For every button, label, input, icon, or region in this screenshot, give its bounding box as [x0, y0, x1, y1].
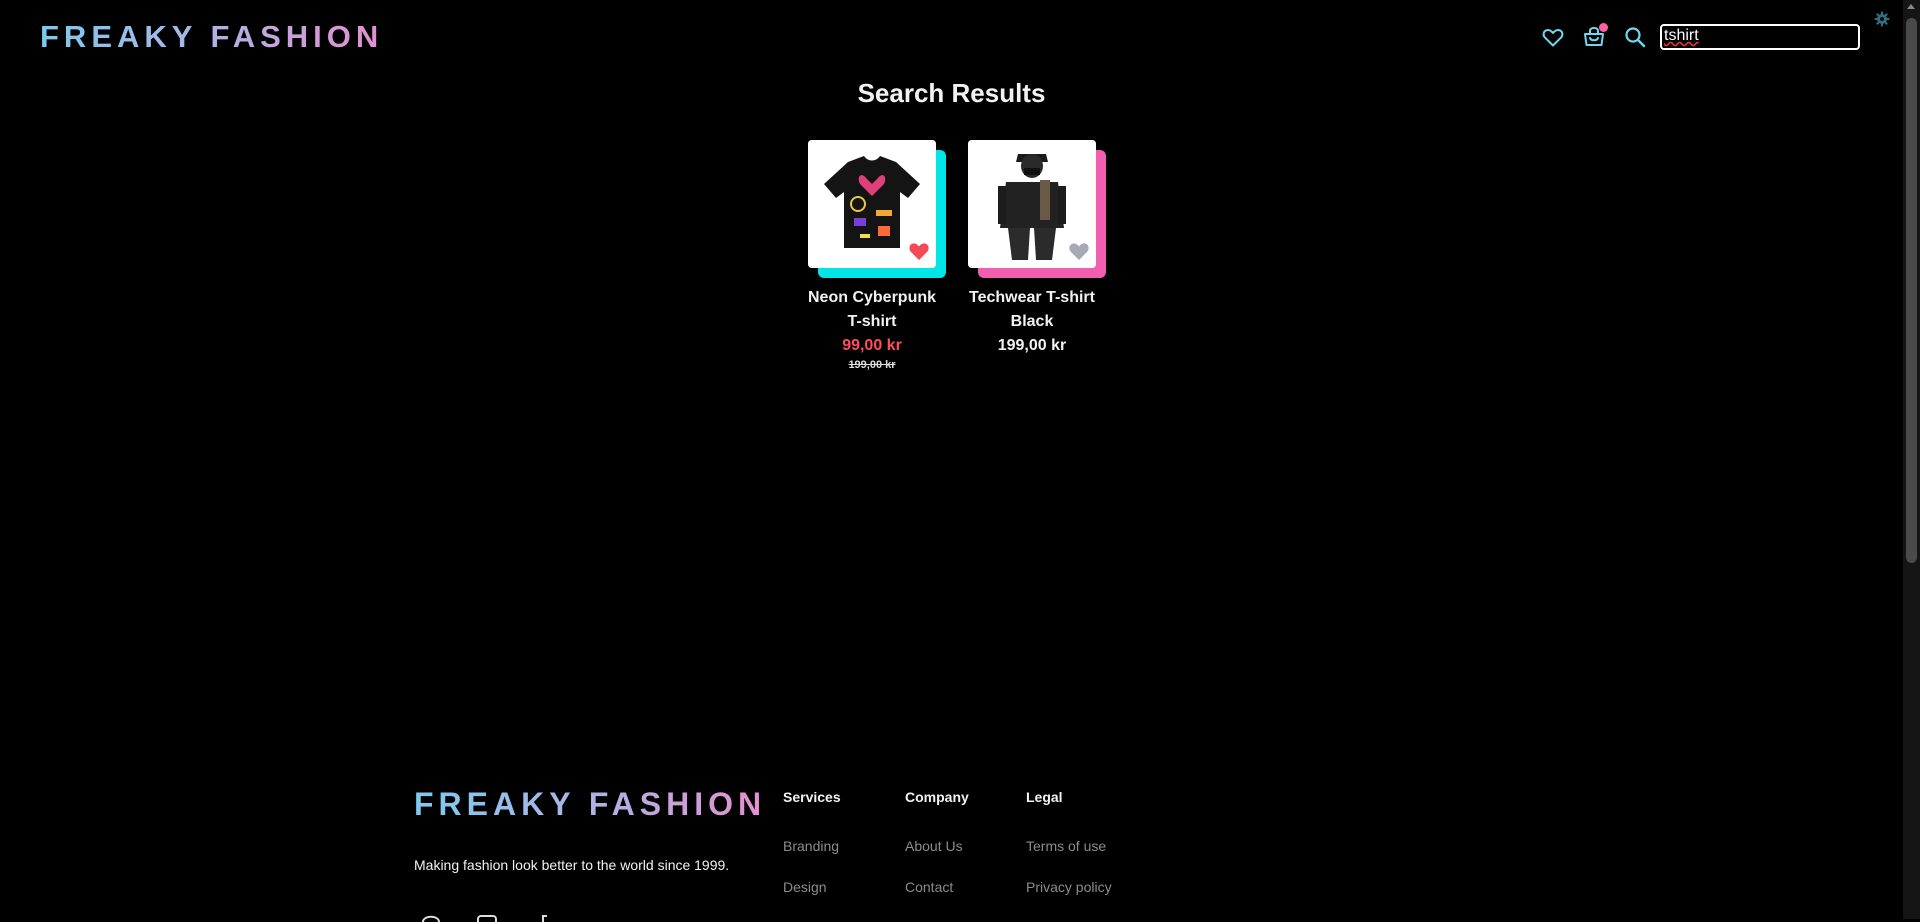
heart-icon [1542, 29, 1564, 47]
header-logo[interactable]: FREAKY FASHION [40, 19, 383, 55]
footer-logo[interactable]: FREAKY FASHION [414, 786, 766, 823]
page-title: Search Results [857, 78, 1046, 108]
footer-column-company: Company About Us Contact [905, 789, 969, 895]
footer-link-privacy-policy[interactable]: Privacy policy [1026, 879, 1112, 895]
cart-button[interactable] [1582, 23, 1608, 49]
settings-button[interactable] [1874, 11, 1890, 27]
social-icon[interactable] [532, 912, 554, 922]
footer-link-branding[interactable]: Branding [783, 838, 839, 854]
footer-link-contact[interactable]: Contact [905, 879, 953, 895]
heart-icon [1069, 243, 1089, 260]
cart-badge [1599, 23, 1608, 32]
footer-link-design[interactable]: Design [783, 879, 827, 895]
search-input-value: tshirt [1664, 27, 1699, 44]
product-price: 199,00 kr [997, 337, 1067, 354]
product-card[interactable]: Techwear T-shirt Black 199,00 kr [968, 140, 1106, 358]
product-name[interactable]: Techwear T-shirt Black [968, 286, 1096, 334]
search-button[interactable] [1623, 25, 1647, 49]
footer-tagline: Making fashion look better to the world … [414, 857, 730, 873]
social-icon[interactable] [420, 912, 442, 922]
product-old-price: 199,00 kr [848, 359, 896, 371]
footer-heading: Legal [1026, 789, 1063, 805]
footer-column-services: Services Branding Design [783, 789, 841, 895]
page-scrollbar[interactable] [1903, 0, 1920, 919]
footer-column-legal: Legal Terms of use Privacy policy [1026, 789, 1112, 895]
wishlist-button[interactable] [1541, 25, 1565, 49]
footer-heading: Company [905, 789, 969, 805]
scroll-up-arrow[interactable] [1907, 4, 1915, 9]
heart-icon [909, 243, 929, 260]
product-name[interactable]: Neon Cyberpunk T-shirt [808, 286, 936, 334]
footer-link-about-us[interactable]: About Us [905, 838, 963, 854]
product-card[interactable]: Neon Cyberpunk T-shirt 99,00 kr 199,00 k… [808, 140, 946, 372]
scrollbar-thumb[interactable] [1906, 18, 1917, 563]
social-icon[interactable] [476, 912, 498, 922]
favorite-toggle[interactable] [908, 241, 930, 261]
footer-link-terms-of-use[interactable]: Terms of use [1026, 838, 1106, 854]
favorite-toggle[interactable] [1068, 241, 1090, 261]
gear-icon [1874, 11, 1890, 27]
search-input[interactable]: tshirt [1660, 24, 1860, 50]
product-thumbnail[interactable] [808, 140, 946, 278]
footer-heading: Services [783, 789, 841, 805]
search-icon [1625, 27, 1646, 48]
product-thumbnail[interactable] [968, 140, 1106, 278]
product-price: 99,00 kr [842, 337, 902, 354]
